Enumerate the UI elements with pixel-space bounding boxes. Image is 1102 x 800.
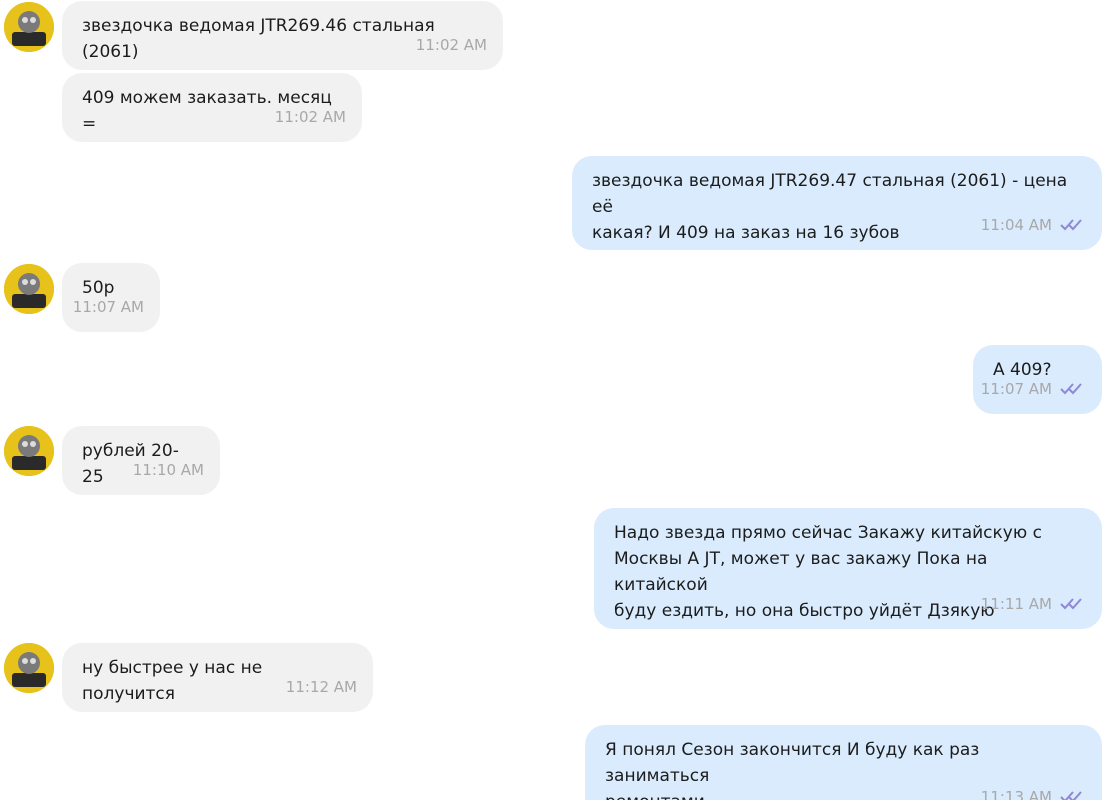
message-time: 11:11 AM: [980, 595, 1052, 613]
message-bubble-incoming[interactable]: 409 можем заказать. месяц = 11:02 AM: [62, 73, 362, 142]
message-time: 11:07 AM: [980, 380, 1052, 398]
message-time: 11:10 AM: [132, 461, 204, 479]
contact-avatar-icon[interactable]: [4, 264, 54, 314]
message-time: 11:12 AM: [285, 678, 357, 696]
message-bubble-outgoing[interactable]: звездочка ведомая JTR269.47 стальная (20…: [572, 156, 1102, 250]
chat-message-list: звездочка ведомая JTR269.46 стальная (20…: [0, 0, 1102, 800]
message-time: 11:07 AM: [72, 298, 144, 316]
message-time: 11:02 AM: [415, 36, 487, 54]
contact-avatar-icon[interactable]: [4, 2, 54, 52]
double-check-icon: [1060, 790, 1086, 800]
message-time: 11:02 AM: [274, 108, 346, 126]
double-check-icon: [1060, 382, 1086, 396]
message-bubble-outgoing[interactable]: А 409? 11:07 AM: [973, 345, 1102, 414]
message-bubble-incoming[interactable]: ну быстрее у нас не получится 11:12 AM: [62, 643, 373, 712]
message-time: 11:04 AM: [980, 216, 1052, 234]
message-time: 11:13 AM: [980, 788, 1052, 800]
message-bubble-incoming[interactable]: звездочка ведомая JTR269.46 стальная (20…: [62, 1, 503, 70]
contact-avatar-icon[interactable]: [4, 643, 54, 693]
message-bubble-incoming[interactable]: рублей 20-25 11:10 AM: [62, 426, 220, 495]
message-bubble-outgoing[interactable]: Надо звезда прямо сейчас Закажу китайску…: [594, 508, 1102, 629]
contact-avatar-icon[interactable]: [4, 426, 54, 476]
double-check-icon: [1060, 597, 1086, 611]
message-bubble-outgoing[interactable]: Я понял Сезон закончится И буду как раз …: [585, 725, 1102, 800]
double-check-icon: [1060, 218, 1086, 232]
message-bubble-incoming[interactable]: 50р 11:07 AM: [62, 263, 160, 332]
